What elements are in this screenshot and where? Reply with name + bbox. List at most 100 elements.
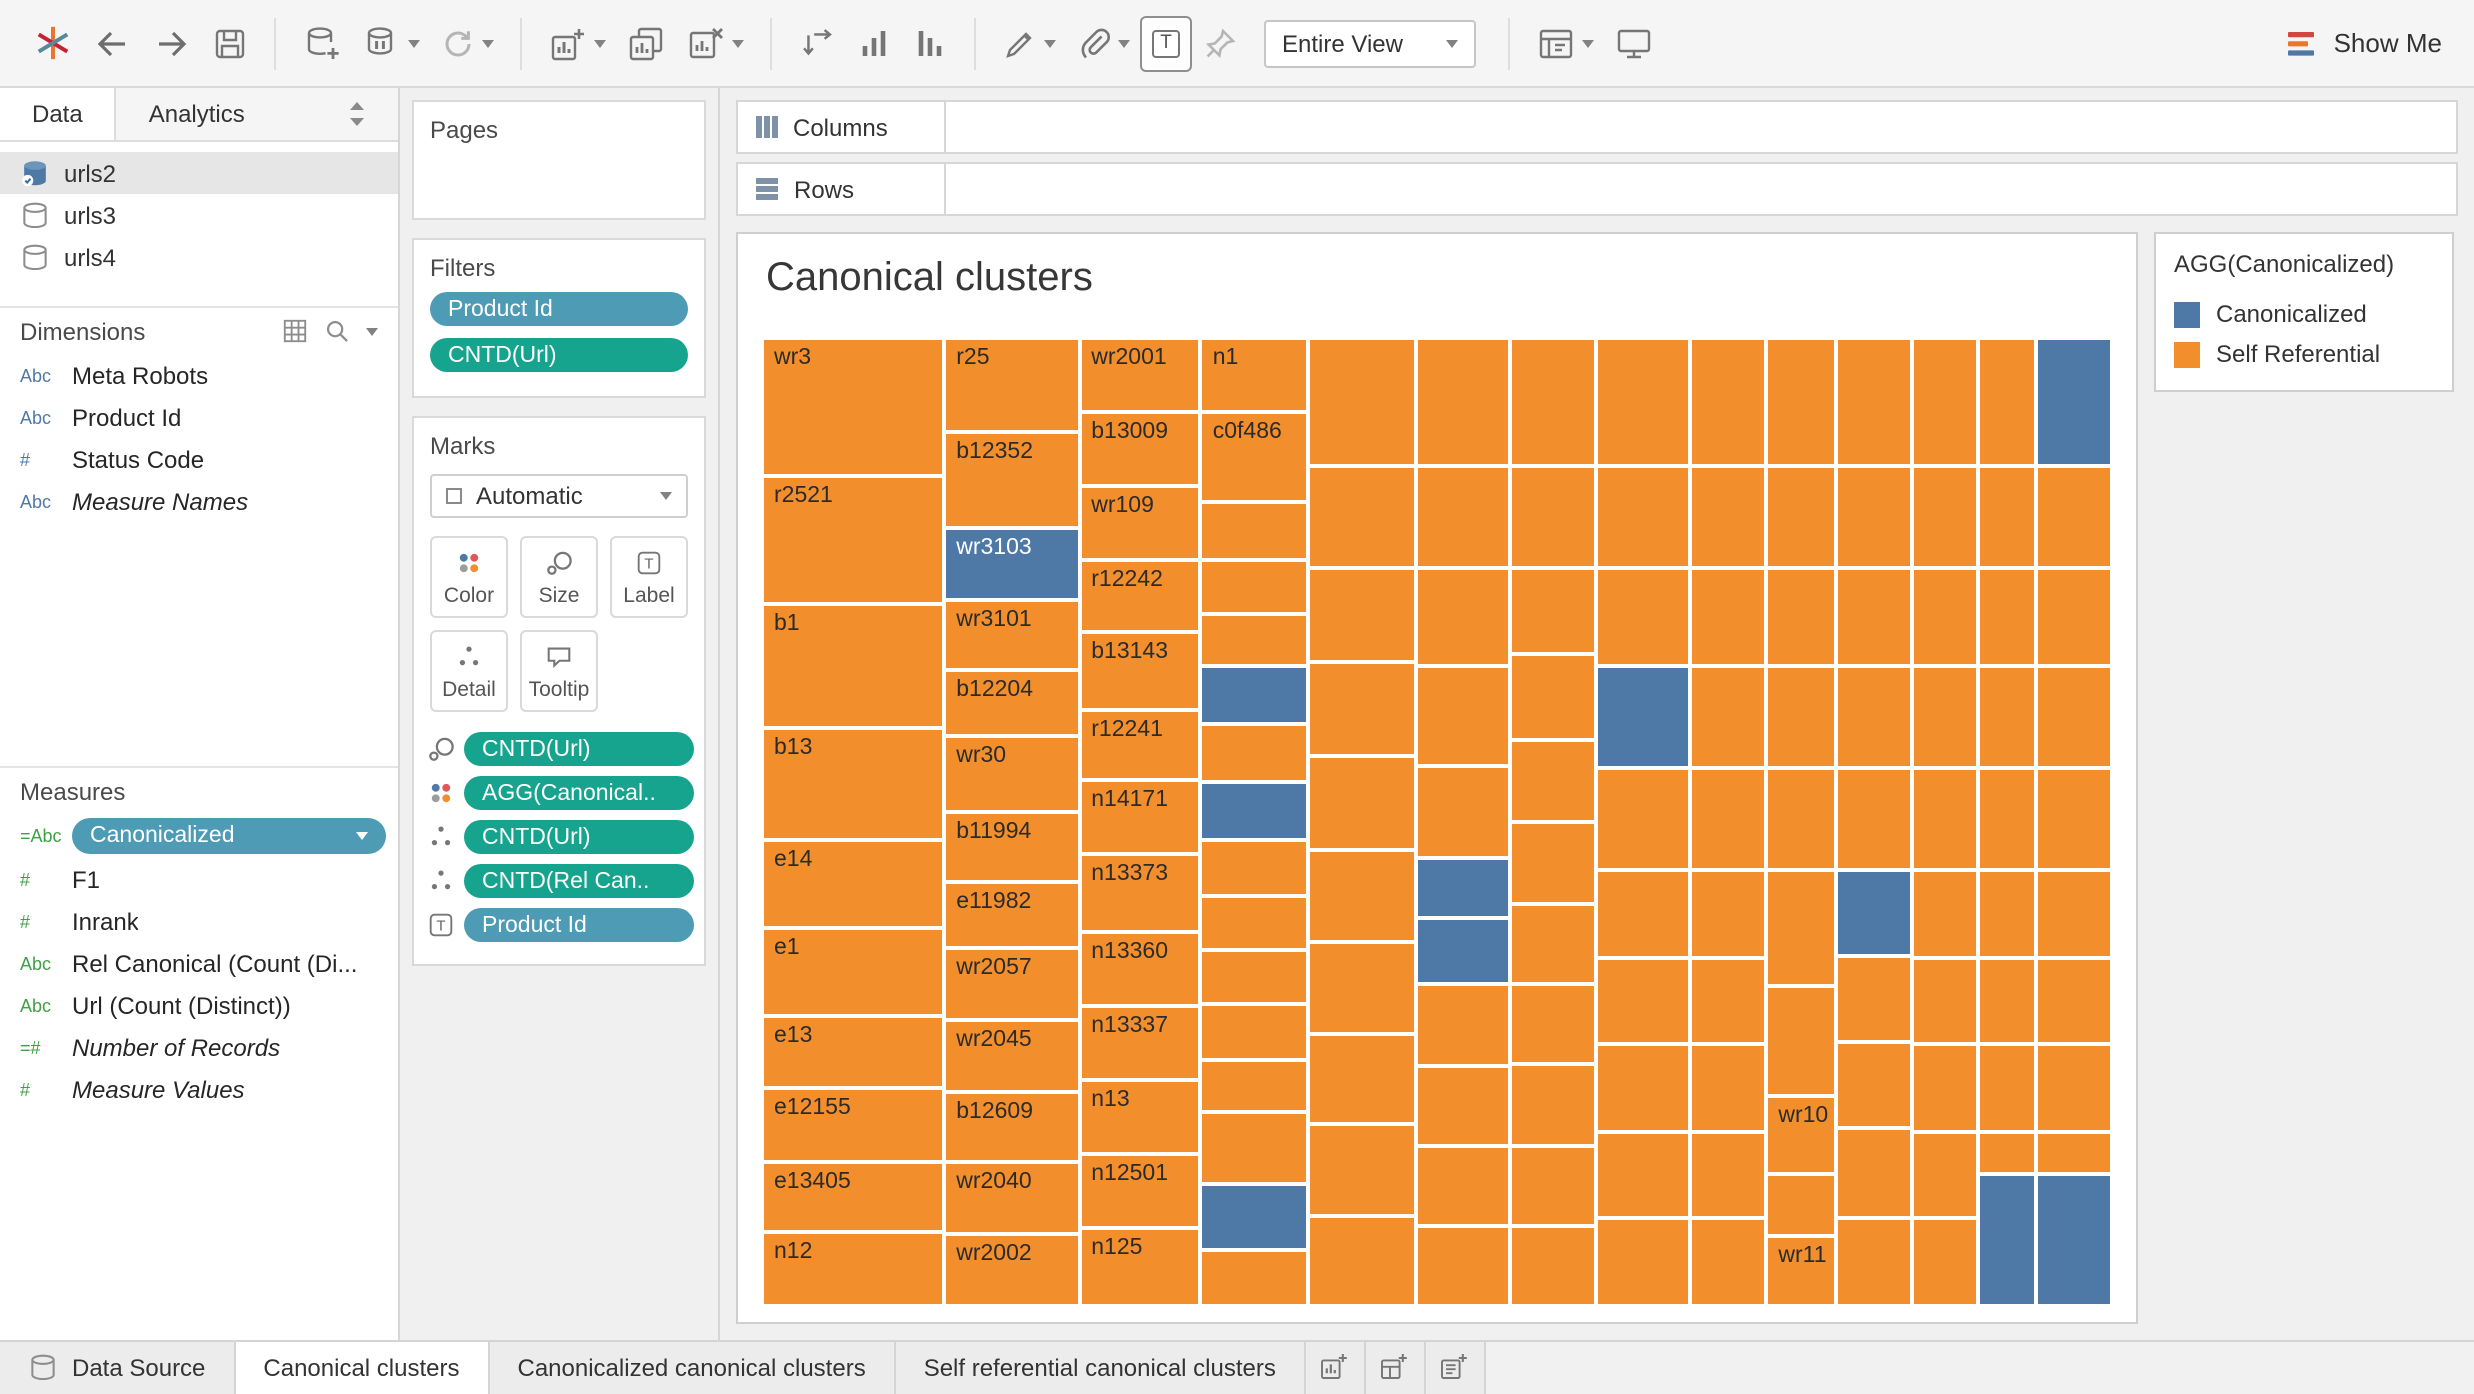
treemap-cell[interactable] bbox=[1307, 850, 1415, 942]
treemap-cell[interactable] bbox=[1415, 767, 1510, 858]
treemap-cell[interactable] bbox=[1201, 1112, 1308, 1184]
treemap-cell[interactable]: n12 bbox=[762, 1232, 944, 1306]
treemap-cell[interactable] bbox=[1201, 951, 1308, 1005]
treemap-cell[interactable] bbox=[1596, 1045, 1691, 1132]
treemap-cell[interactable] bbox=[1415, 985, 1510, 1066]
filters-card[interactable]: Filters Product IdCNTD(Url) bbox=[412, 238, 706, 398]
treemap-cell[interactable] bbox=[1912, 1219, 1978, 1306]
treemap-cell[interactable] bbox=[1766, 466, 1836, 568]
treemap-cell[interactable]: wr2045 bbox=[944, 1020, 1079, 1091]
treemap-cell[interactable] bbox=[1766, 1174, 1836, 1235]
size-button[interactable]: Size bbox=[520, 536, 598, 618]
treemap-cell[interactable] bbox=[1307, 1216, 1415, 1306]
treemap-cell[interactable] bbox=[1978, 338, 2036, 466]
treemap-cell[interactable] bbox=[1415, 1146, 1510, 1225]
treemap-cell[interactable]: wr3101 bbox=[944, 599, 1079, 670]
sort-descending-button[interactable] bbox=[902, 15, 958, 71]
treemap-cell[interactable] bbox=[1307, 338, 1415, 466]
treemap-cell[interactable]: e11982 bbox=[944, 882, 1079, 949]
treemap-cell[interactable] bbox=[1837, 768, 1913, 870]
treemap-cell[interactable] bbox=[1415, 666, 1510, 767]
field-dimension[interactable]: AbcMeta Robots bbox=[0, 354, 398, 396]
treemap-cell[interactable] bbox=[1691, 1219, 1767, 1306]
treemap-cell[interactable] bbox=[1912, 666, 1978, 768]
treemap-cell[interactable] bbox=[2036, 1173, 2112, 1306]
treemap-cell[interactable]: r12242 bbox=[1079, 560, 1201, 632]
treemap-cell[interactable] bbox=[1978, 666, 2036, 768]
fix-axes-button[interactable] bbox=[1192, 15, 1248, 71]
redo-button[interactable] bbox=[142, 15, 202, 71]
field-dimension[interactable]: #Status Code bbox=[0, 438, 398, 480]
field-measure[interactable]: AbcRel Canonical (Count (Di... bbox=[0, 942, 398, 984]
marks-pill[interactable]: CNTD(Rel Can.. bbox=[464, 864, 694, 898]
treemap-cell[interactable] bbox=[1201, 614, 1308, 665]
columns-shelf-body[interactable] bbox=[946, 102, 2456, 152]
treemap-cell[interactable]: e13 bbox=[762, 1017, 944, 1089]
run-update-button[interactable] bbox=[430, 15, 504, 71]
treemap-cell[interactable] bbox=[1307, 942, 1415, 1034]
legend-item[interactable]: Self Referential bbox=[2174, 334, 2434, 374]
treemap-cell[interactable] bbox=[2036, 338, 2112, 466]
data-source-tab[interactable]: Data Source bbox=[0, 1342, 235, 1394]
treemap-cell[interactable] bbox=[1596, 1132, 1691, 1219]
duplicate-sheet-button[interactable] bbox=[616, 15, 676, 71]
undo-button[interactable] bbox=[82, 15, 142, 71]
treemap-cell[interactable]: e14 bbox=[762, 840, 944, 927]
treemap-cell[interactable] bbox=[1837, 956, 1913, 1042]
treemap-cell[interactable] bbox=[1596, 567, 1691, 666]
treemap-cell[interactable] bbox=[1766, 567, 1836, 666]
treemap-cell[interactable] bbox=[1510, 1065, 1596, 1145]
treemap-cell[interactable] bbox=[1510, 904, 1596, 984]
treemap-cell[interactable] bbox=[2036, 869, 2112, 957]
treemap-cell[interactable] bbox=[1415, 1066, 1510, 1146]
marks-pill-row[interactable]: CNTD(Rel Can.. bbox=[424, 864, 694, 898]
treemap-cell[interactable] bbox=[1978, 1173, 2036, 1306]
treemap-cell[interactable]: n12501 bbox=[1079, 1155, 1201, 1229]
treemap-cell[interactable] bbox=[1201, 1250, 1308, 1306]
selected-field-pill[interactable]: Canonicalized bbox=[72, 818, 386, 854]
highlight-button[interactable] bbox=[992, 15, 1066, 71]
treemap-cell[interactable]: wr3103 bbox=[944, 529, 1079, 600]
field-measure[interactable]: AbcUrl (Count (Distinct)) bbox=[0, 984, 398, 1026]
field-measure[interactable]: =#Number of Records bbox=[0, 1026, 398, 1068]
marks-pill-row[interactable]: TProduct Id bbox=[424, 908, 694, 942]
treemap-cell[interactable]: wr2040 bbox=[944, 1163, 1079, 1234]
mark-type-selector[interactable]: Automatic bbox=[430, 474, 688, 518]
treemap-cell[interactable] bbox=[1912, 1045, 1978, 1132]
presentation-mode-button[interactable] bbox=[1604, 15, 1664, 71]
treemap-cell[interactable] bbox=[1201, 1184, 1308, 1250]
marks-pill[interactable]: CNTD(Url) bbox=[464, 820, 694, 854]
treemap-cell[interactable]: r2521 bbox=[762, 475, 944, 603]
datasource-item[interactable]: urls2 bbox=[0, 152, 398, 194]
treemap-cell[interactable] bbox=[1837, 1128, 1913, 1218]
treemap-cell[interactable] bbox=[1837, 1218, 1913, 1306]
new-dashboard-button[interactable] bbox=[1366, 1342, 1426, 1394]
treemap-cell[interactable] bbox=[1978, 1132, 2036, 1174]
treemap-cell[interactable] bbox=[1691, 1045, 1767, 1132]
datasource-item[interactable]: urls3 bbox=[0, 194, 398, 236]
treemap-cell[interactable] bbox=[1201, 502, 1308, 560]
treemap-cell[interactable] bbox=[1307, 662, 1415, 756]
treemap-cell[interactable] bbox=[2036, 567, 2112, 666]
treemap-cell[interactable]: n13 bbox=[1079, 1080, 1201, 1155]
sheet-tab[interactable]: Canonical clusters bbox=[235, 1342, 489, 1394]
treemap-cell[interactable] bbox=[1978, 958, 2036, 1045]
treemap-cell[interactable] bbox=[1978, 869, 2036, 957]
treemap-cell[interactable] bbox=[1201, 782, 1308, 840]
treemap-cell[interactable] bbox=[1307, 756, 1415, 850]
treemap-cell[interactable]: e1 bbox=[762, 928, 944, 1017]
tableau-logo[interactable] bbox=[24, 15, 82, 71]
treemap-cell[interactable] bbox=[1978, 768, 2036, 870]
treemap-cell[interactable] bbox=[1596, 338, 1691, 466]
treemap-cell[interactable]: b13009 bbox=[1079, 413, 1201, 487]
treemap-cell[interactable] bbox=[1596, 869, 1691, 957]
treemap-cell[interactable] bbox=[1691, 567, 1767, 666]
treemap-cell[interactable]: wr2001 bbox=[1079, 338, 1201, 413]
view-data-grid-icon[interactable] bbox=[282, 318, 308, 344]
treemap-cell[interactable] bbox=[2036, 1132, 2112, 1174]
treemap-cell[interactable] bbox=[2036, 958, 2112, 1045]
treemap-cell[interactable] bbox=[1691, 338, 1767, 466]
treemap-cell[interactable] bbox=[1415, 466, 1510, 568]
treemap-cell[interactable] bbox=[1510, 1145, 1596, 1225]
treemap-cell[interactable] bbox=[1912, 567, 1978, 666]
